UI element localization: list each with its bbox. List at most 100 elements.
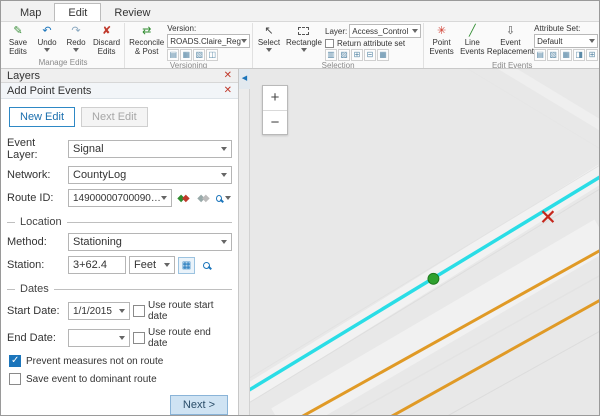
- method-label: Method:: [7, 236, 65, 248]
- line-events-icon: ╱: [469, 25, 476, 38]
- station-picker-icon[interactable]: ▦: [178, 257, 195, 274]
- map-faint-band-2: [280, 234, 599, 415]
- save-edits-button[interactable]: ✎ Save Edits: [4, 24, 32, 57]
- layers-pane-title: Layers: [7, 70, 40, 82]
- version-dropdown-arrow: [241, 39, 247, 43]
- event-layer-dropdown-arrow: [221, 147, 227, 151]
- end-date-dropdown-arrow: [119, 336, 125, 340]
- dates-section-divider: Dates: [7, 283, 232, 295]
- route-id-combobox[interactable]: 14900000700090M01: [68, 189, 172, 207]
- undo-button[interactable]: ↶ Undo: [33, 24, 61, 53]
- map-zoom-control: + −: [262, 85, 288, 135]
- new-edit-button[interactable]: New Edit: [9, 107, 75, 127]
- add-point-events-close-icon[interactable]: ✕: [224, 85, 232, 96]
- start-date-combobox[interactable]: 1/1/2015: [68, 302, 130, 320]
- map-faint-line-4: [438, 329, 599, 415]
- versioning-tool-icon-1[interactable]: ▤: [167, 49, 179, 61]
- edit-events-tool-icon-3[interactable]: ▦: [560, 49, 572, 61]
- group-versioning: ⇄ Reconcile & Post Version: ROADS.Claire…: [125, 23, 253, 68]
- group-label-versioning: Versioning: [127, 61, 250, 69]
- event-layer-combobox[interactable]: Signal: [68, 140, 232, 158]
- redo-button[interactable]: ↷ Redo: [62, 24, 90, 53]
- next-edit-button[interactable]: Next Edit: [81, 107, 148, 127]
- prevent-measures-label: Prevent measures not on route: [26, 356, 163, 367]
- map-view[interactable]: + −: [250, 69, 599, 415]
- tab-review[interactable]: Review: [101, 4, 163, 21]
- tab-map[interactable]: Map: [7, 4, 54, 21]
- return-attribute-set-checkbox[interactable]: [325, 39, 334, 48]
- tab-edit[interactable]: Edit: [54, 3, 101, 21]
- select-dropdown-arrow: [266, 48, 272, 52]
- edit-events-tool-icon-2[interactable]: ▧: [547, 49, 559, 61]
- event-point: [428, 273, 439, 284]
- select-button[interactable]: ↖ Select: [255, 24, 283, 53]
- add-point-events-header: Add Point Events ✕: [1, 83, 238, 99]
- attribute-set-combobox[interactable]: Default: [534, 34, 598, 48]
- use-route-start-date-checkbox[interactable]: [133, 305, 145, 317]
- reconcile-post-button[interactable]: ⇄ Reconcile & Post: [127, 24, 166, 57]
- undo-dropdown-arrow: [44, 48, 50, 52]
- station-label: Station:: [7, 259, 65, 271]
- next-button[interactable]: Next >: [170, 395, 228, 415]
- save-dominant-route-checkbox[interactable]: [9, 373, 21, 385]
- network-combobox[interactable]: CountyLog: [68, 166, 232, 184]
- point-events-button[interactable]: ✳ Point Events: [426, 24, 457, 57]
- selection-tool-icon-4[interactable]: ⊟: [364, 49, 376, 61]
- layer-label: Layer:: [325, 27, 347, 36]
- group-edit-events: ✳ Point Events ╱ Line Events ⇩ Event Rep…: [424, 23, 599, 68]
- station-unit-combobox[interactable]: Feet: [129, 256, 175, 274]
- selection-tool-icon-1[interactable]: ▥: [325, 49, 337, 61]
- rectangle-button[interactable]: Rectangle: [284, 24, 324, 53]
- edit-events-tool-icon-4[interactable]: ◨: [573, 49, 585, 61]
- group-label-edit-events: Edit Events: [426, 61, 598, 69]
- rectangle-dropdown-arrow: [301, 48, 307, 52]
- group-label-manage-edits: Manage Edits: [4, 58, 122, 68]
- zoom-to-route-icon[interactable]: [215, 190, 232, 207]
- use-route-end-date-checkbox[interactable]: [133, 332, 145, 344]
- layer-combobox[interactable]: Access_Control: [349, 24, 421, 38]
- version-combobox[interactable]: ROADS.Claire_Reg: [167, 34, 250, 48]
- layers-close-icon[interactable]: ✕: [224, 70, 232, 81]
- save-edits-icon: ✎: [13, 25, 22, 38]
- save-dominant-route-label: Save event to dominant route: [26, 374, 157, 385]
- versioning-tool-icon-4[interactable]: ◫: [206, 49, 218, 61]
- line-events-button[interactable]: ╱ Line Events: [458, 24, 487, 57]
- discard-edits-icon: ✘: [102, 25, 111, 38]
- undo-icon: ↶: [42, 25, 51, 38]
- method-dropdown-arrow: [221, 240, 227, 244]
- add-point-events-body: New Edit Next Edit Event Layer: Signal N…: [1, 99, 238, 415]
- station-input[interactable]: [68, 256, 126, 274]
- prevent-measures-checkbox[interactable]: [9, 355, 21, 367]
- station-zoom-icon[interactable]: [198, 257, 215, 274]
- zoom-in-button[interactable]: +: [263, 86, 287, 110]
- route-select-icon[interactable]: ◆◆: [195, 190, 212, 207]
- versioning-tool-icon-2[interactable]: ▦: [180, 49, 192, 61]
- ribbon: ✎ Save Edits ↶ Undo ↷ Redo ✘ Discard Edi…: [1, 21, 599, 69]
- selection-tool-icon-5[interactable]: ▦: [377, 49, 389, 61]
- collapse-panel-button[interactable]: ◀: [239, 69, 250, 89]
- start-date-dropdown-arrow: [119, 309, 125, 313]
- station-unit-dropdown-arrow: [164, 263, 170, 267]
- selection-tool-icon-3[interactable]: ⊞: [351, 49, 363, 61]
- network-dropdown-arrow: [221, 173, 227, 177]
- zoom-out-button[interactable]: −: [263, 110, 287, 134]
- panel-collapse-strip: ◀: [239, 69, 250, 415]
- rectangle-icon: [298, 27, 309, 35]
- route-locate-icon[interactable]: ◆◆: [175, 190, 192, 207]
- edit-events-tool-icon-1[interactable]: ▤: [534, 49, 546, 61]
- discard-edits-button[interactable]: ✘ Discard Edits: [91, 24, 122, 57]
- return-attribute-set-checkbox-row[interactable]: Return attribute set: [325, 39, 421, 48]
- route-id-dropdown-arrow: [161, 196, 167, 200]
- edit-events-tool-icon-5[interactable]: ⊞: [586, 49, 598, 61]
- network-label: Network:: [7, 169, 65, 181]
- selection-tool-icon-2[interactable]: ▨: [338, 49, 350, 61]
- end-date-combobox[interactable]: [68, 329, 130, 347]
- application-window: Map Edit Review ✎ Save Edits ↶ Undo ↷ Re…: [0, 0, 600, 416]
- redo-icon: ↷: [71, 25, 80, 38]
- use-route-end-date-label: Use route end date: [148, 327, 232, 349]
- event-replacement-icon: ⇩: [506, 25, 515, 38]
- select-cursor-icon: ↖: [264, 25, 273, 38]
- event-replacement-button[interactable]: ⇩ Event Replacement: [488, 24, 533, 57]
- versioning-tool-icon-3[interactable]: ▧: [193, 49, 205, 61]
- method-combobox[interactable]: Stationing: [68, 233, 232, 251]
